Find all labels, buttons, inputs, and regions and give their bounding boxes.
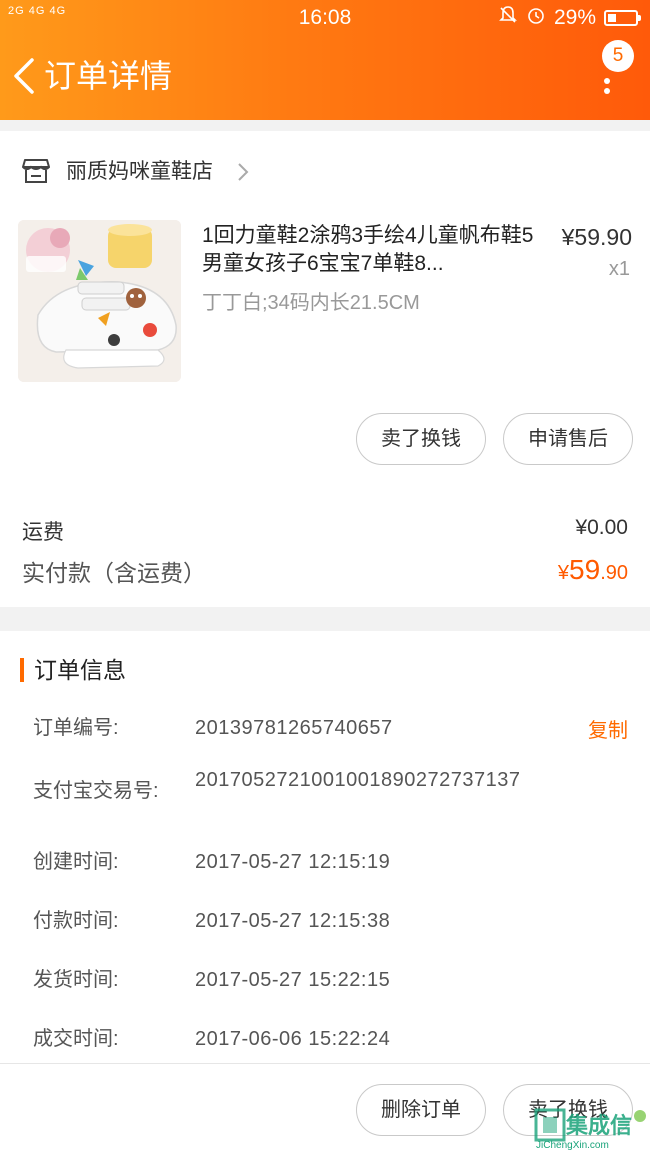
watermark-url: JiChengXin.com xyxy=(536,1140,609,1151)
sell-for-cash-button[interactable]: 卖了换钱 xyxy=(356,413,486,465)
product-price: ¥59.90 xyxy=(561,224,632,250)
paid-time-value: 2017-05-27 12:15:38 xyxy=(195,910,391,932)
shipped-time-value: 2017-05-27 15:22:15 xyxy=(195,969,391,991)
paid-amount: ¥59.90 xyxy=(558,554,628,586)
request-after-sale-button[interactable]: 申请售后 xyxy=(503,413,633,465)
section-title: 订单信息 xyxy=(34,657,126,683)
battery-percent: 29% xyxy=(553,6,596,29)
store-icon xyxy=(22,159,50,183)
page-title: 订单详情 xyxy=(44,58,173,94)
alipay-trade-label: 支付宝交易号: xyxy=(33,780,159,802)
more-dot-icon xyxy=(604,88,610,94)
status-bar: 2G 4G 4G 16:08 29% xyxy=(0,0,650,36)
paid-time-label: 付款时间: xyxy=(33,910,119,932)
shipped-time-label: 发货时间: xyxy=(33,969,119,991)
paid-integer: 59 xyxy=(569,554,601,585)
shipping-label: 运费 xyxy=(22,521,64,544)
paid-decimal: .90 xyxy=(600,562,628,584)
product-image[interactable] xyxy=(18,220,181,382)
more-dot-icon xyxy=(604,78,610,84)
status-icons: 29% xyxy=(498,5,641,31)
app-header: 2G 4G 4G 16:08 29% 订单详情 5 xyxy=(0,0,650,120)
order-number-value: 20139781265740657 xyxy=(195,717,393,739)
battery-icon xyxy=(604,10,641,26)
alipay-trade-value: 2017052721001001890272737137 xyxy=(195,769,521,791)
paid-currency: ¥ xyxy=(557,562,570,584)
watermark-text: 集成信 xyxy=(566,1113,633,1138)
completed-time-value: 2017-06-06 15:22:24 xyxy=(195,1028,391,1050)
copy-order-number-button[interactable]: 复制 xyxy=(588,714,628,743)
product-title[interactable]: 1回力童鞋2涂鸦3手绘4儿童帆布鞋5男童女孩子6宝宝7单鞋8... xyxy=(202,222,537,278)
alarm-icon xyxy=(526,5,546,31)
back-button[interactable] xyxy=(10,54,44,98)
created-time-label: 创建时间: xyxy=(33,851,119,873)
message-badge[interactable]: 5 xyxy=(602,40,634,72)
delete-order-button[interactable]: 删除订单 xyxy=(356,1084,486,1136)
shipping-value: ¥0.00 xyxy=(575,516,628,539)
order-number-label: 订单编号: xyxy=(33,717,119,739)
paid-label: 实付款（含运费） xyxy=(22,560,206,586)
mute-icon xyxy=(498,5,518,31)
product-quantity: x1 xyxy=(608,258,630,280)
section-accent-bar xyxy=(20,658,24,682)
store-name: 丽质妈咪童鞋店 xyxy=(66,160,213,183)
product-sku: 丁丁白;34码内长21.5CM xyxy=(202,292,420,314)
store-row[interactable]: 丽质妈咪童鞋店 xyxy=(0,146,650,198)
order-info-card xyxy=(0,631,650,1063)
chevron-left-icon xyxy=(14,58,34,94)
created-time-value: 2017-05-27 12:15:19 xyxy=(195,851,391,873)
chevron-right-icon xyxy=(238,163,249,181)
completed-time-label: 成交时间: xyxy=(33,1028,119,1050)
